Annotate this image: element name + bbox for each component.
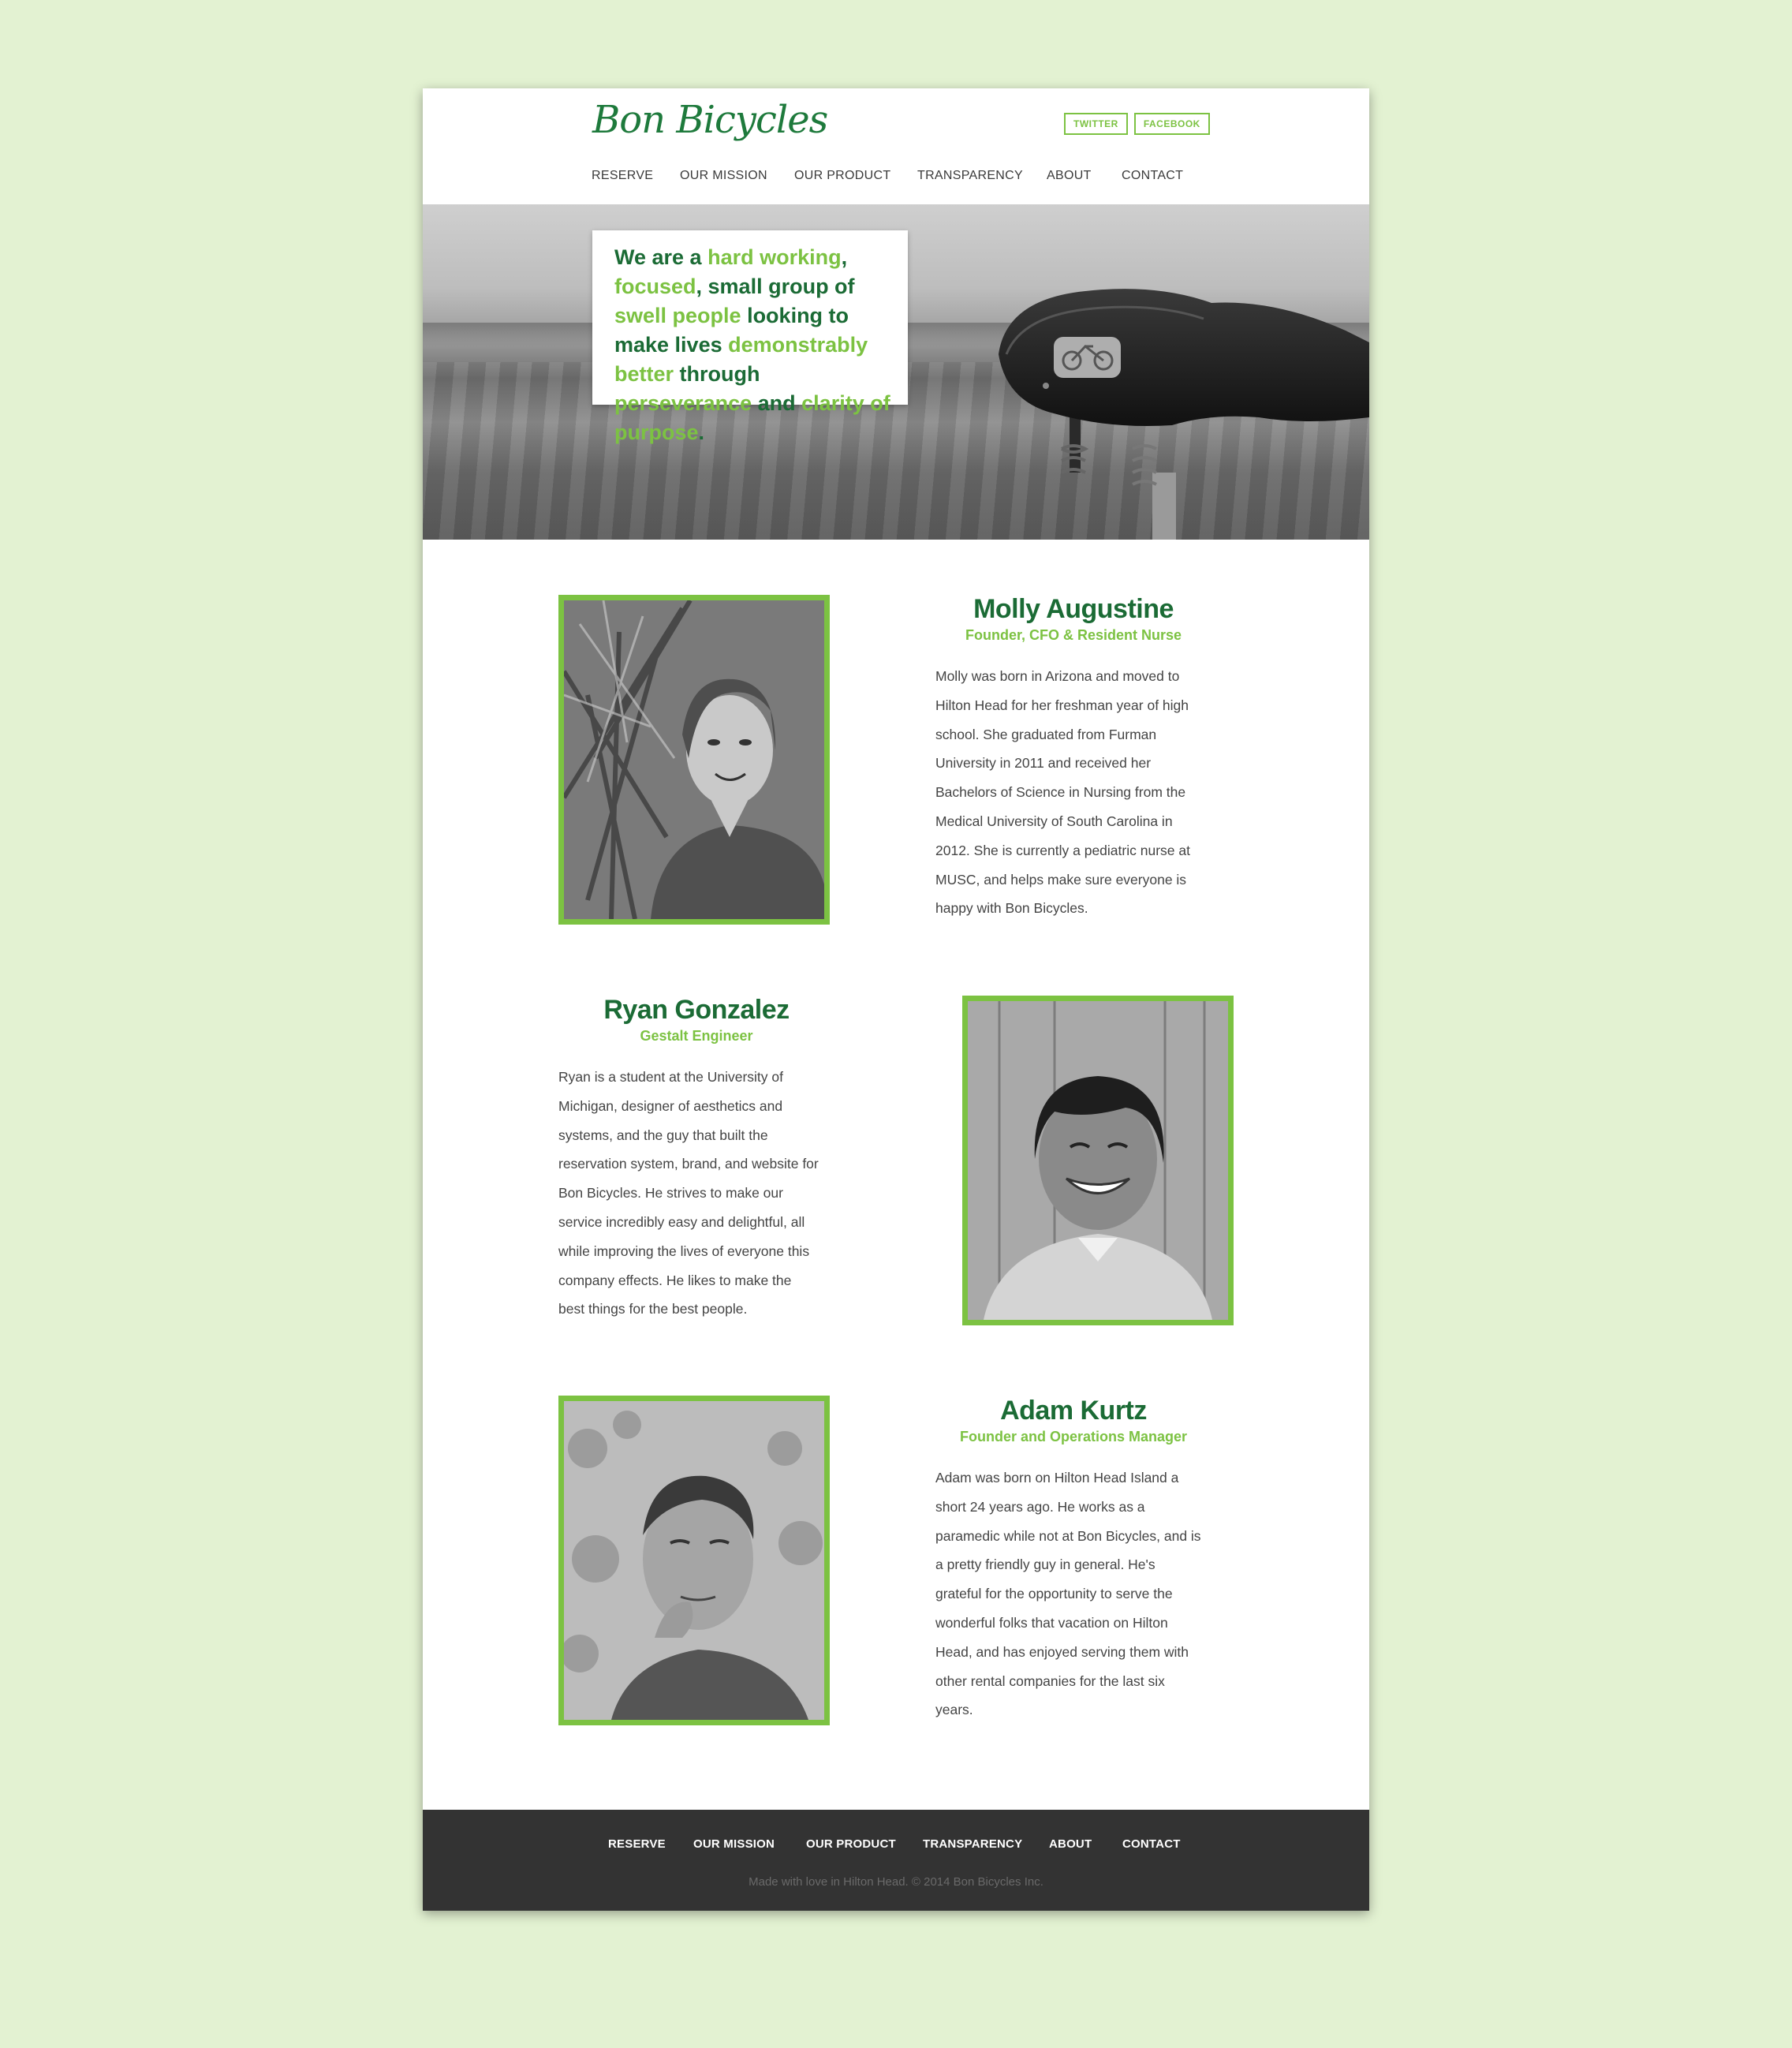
nav-about[interactable]: ABOUT [1047,169,1092,183]
bio-line: service incredibly easy and delightful, … [558,1213,805,1230]
bio-line: Michigan, designer of aesthetics and [558,1097,783,1114]
bio-line: 2012. She is currently a pediatric nurse… [935,842,1190,858]
bio-line: grateful for the opportunity to serve th… [935,1586,1173,1602]
hero-banner: We are a hard working, focused, small gr… [423,204,1369,540]
adam-portrait-image [564,1401,824,1720]
social-links: TWITTER FACEBOOK [1064,113,1210,135]
bio-line: short 24 years ago. He works as a [935,1498,1145,1515]
bio-line: happy with Bon Bicycles. [935,900,1088,917]
adam-title: Founder and Operations Manager [959,1429,1188,1444]
adam-name: Adam Kurtz [1000,1396,1147,1426]
molly-photo [558,595,830,925]
ryan-portrait-image [968,1001,1228,1320]
bio-line: other rental companies for the last six [935,1672,1165,1689]
bicycle-seat-image [999,289,1369,540]
bio-line: Adam was born on Hilton Head Island a [935,1470,1179,1486]
footer-nav-our-mission[interactable]: OUR MISSION [693,1837,775,1851]
bio-line: reservation system, brand, and website f… [558,1156,819,1172]
page-container: Bon Bicycles TWITTER FACEBOOK RESERVE OU… [423,88,1369,1911]
bio-line: company effects. He likes to make the [558,1272,792,1288]
nav-our-product[interactable]: OUR PRODUCT [794,169,890,183]
mission-highlight: swell people [614,304,741,327]
ryan-title: Gestalt Engineer [640,1028,753,1044]
ryan-bio-text: Ryan is a student at the University of M… [558,1063,834,1324]
adam-bio-text: Adam was born on Hilton Head Island a sh… [935,1463,1211,1725]
bio-line: Head, and has enjoyed serving them with [935,1643,1189,1660]
bio-line: while improving the lives of everyone th… [558,1243,810,1259]
footer-nav-transparency[interactable]: TRANSPARENCY [923,1837,1022,1851]
bio-line: MUSC, and helps make sure everyone is [935,871,1187,888]
bio-line: a pretty friendly guy in general. He's [935,1557,1155,1573]
bio-line: systems, and the guy that built the [558,1127,768,1143]
bio-line: Bachelors of Science in Nursing from the [935,784,1186,801]
mission-text: . [698,420,705,444]
molly-name: Molly Augustine [973,594,1174,624]
bio-line: paramedic while not at Bon Bicycles, and… [935,1527,1201,1544]
bio-line: Hilton Head for her freshman year of hig… [935,697,1189,713]
mission-text: , [841,245,848,269]
bio-line: Medical University of South Carolina in [935,813,1173,829]
nav-reserve[interactable]: RESERVE [592,169,653,183]
mission-text: through [674,362,760,386]
bio-line: wonderful folks that vacation on Hilton [935,1614,1168,1631]
mission-text: , small group of [696,275,855,298]
mission-highlight: focused [614,275,696,298]
footer-nav-contact[interactable]: CONTACT [1122,1837,1181,1851]
bio-line: Bon Bicycles. He strives to make our [558,1185,783,1202]
bio-line: University in 2011 and received her [935,755,1152,772]
twitter-button[interactable]: TWITTER [1064,113,1128,135]
mission-statement: We are a hard working, focused, small gr… [592,230,908,444]
footer: RESERVE OUR MISSION OUR PRODUCT TRANSPAR… [423,1810,1369,1911]
footer-nav-reserve[interactable]: RESERVE [608,1837,666,1851]
logo[interactable]: Bon Bicycles [592,98,828,142]
mission-highlight: perseverance [614,391,752,415]
nav-transparency[interactable]: TRANSPARENCY [917,169,1023,183]
ryan-name: Ryan Gonzalez [603,995,790,1025]
main-nav: RESERVE OUR MISSION OUR PRODUCT TRANSPAR… [423,169,1369,188]
bio-line: Ryan is a student at the University of [558,1069,783,1085]
mission-text: and [752,391,802,415]
facebook-button[interactable]: FACEBOOK [1133,113,1210,135]
ryan-photo [962,996,1234,1325]
copyright-text: Made with love in Hilton Head. © 2014 Bo… [749,1875,1043,1889]
mission-text: We are a [614,245,708,269]
bio-line: school. She graduated from Furman [935,726,1157,742]
bio-line: best things for the best people. [558,1301,748,1317]
adam-photo [558,1396,830,1725]
seat-bicycle-emblem-icon [1054,337,1121,378]
adam-bio: Adam Kurtz Founder and Operations Manage… [935,1395,1211,1725]
nav-contact[interactable]: CONTACT [1122,169,1183,183]
molly-bio-text: Molly was born in Arizona and moved to H… [935,662,1211,923]
molly-portrait-image [564,600,824,919]
footer-nav-our-product[interactable]: OUR PRODUCT [806,1837,896,1851]
mission-highlight: hard working [707,245,842,269]
bio-line: Molly was born in Arizona and moved to [935,668,1180,684]
bio-line: years. [935,1702,973,1718]
ryan-bio: Ryan Gonzalez Gestalt Engineer Ryan is a… [558,994,834,1324]
molly-title: Founder, CFO & Resident Nurse [965,627,1182,643]
footer-nav-about[interactable]: ABOUT [1049,1837,1092,1851]
nav-our-mission[interactable]: OUR MISSION [680,169,767,183]
molly-bio: Molly Augustine Founder, CFO & Resident … [935,593,1211,923]
